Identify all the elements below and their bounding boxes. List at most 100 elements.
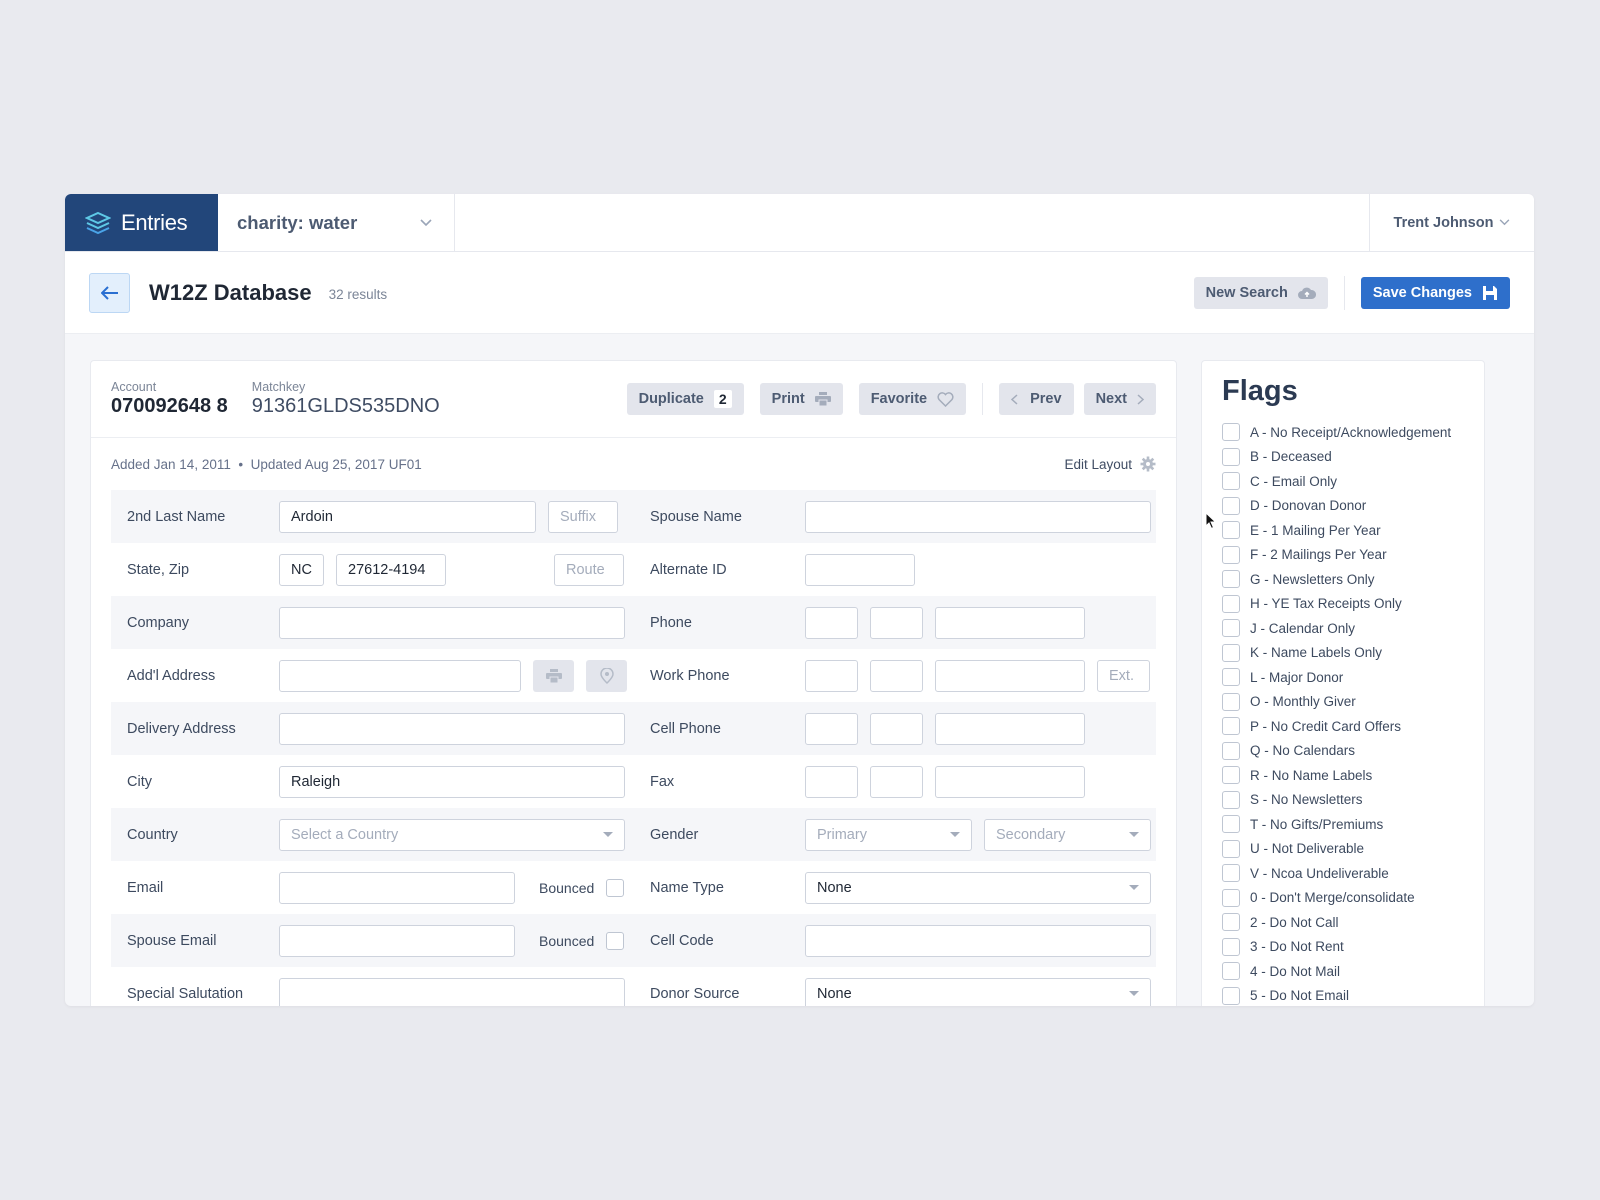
route-input[interactable]: Route [554,553,624,586]
user-menu[interactable]: Trent Johnson [1369,194,1534,251]
flag-item[interactable]: T - No Gifts/Premiums [1222,812,1484,837]
flag-item[interactable]: K - Name Labels Only [1222,641,1484,666]
flag-checkbox[interactable] [1222,888,1240,907]
spouse-email-bounced-checkbox[interactable] [606,931,625,950]
flag-item[interactable]: Q - No Calendars [1222,739,1484,764]
flag-item[interactable]: V - Ncoa Undeliverable [1222,861,1484,886]
fax-number-input[interactable] [935,765,1085,798]
flag-checkbox[interactable] [1222,423,1240,442]
work-phone-ext-input[interactable]: Ext. [1097,659,1150,692]
flag-item[interactable]: 3 - Do Not Rent [1222,935,1484,960]
company-input[interactable] [279,606,625,639]
new-search-button[interactable]: New Search [1193,276,1328,309]
page-title: W12Z Database [149,279,312,305]
flag-item[interactable]: O - Monthly Giver [1222,690,1484,715]
fax-prefix-input[interactable] [870,765,923,798]
flag-checkbox[interactable] [1222,472,1240,491]
phone-number-input[interactable] [935,606,1085,639]
second-last-name-input[interactable]: Ardoin [279,500,536,533]
gender-label: Gender [650,826,699,843]
brand-logo[interactable]: Entries [65,194,218,251]
work-phone-prefix-input[interactable] [870,659,923,692]
flag-item[interactable]: 5 - Do Not Email [1222,984,1484,1007]
flag-checkbox[interactable] [1222,619,1240,638]
org-selector[interactable]: charity: water [218,194,455,251]
country-select[interactable]: Select a Country [279,818,625,851]
flag-checkbox[interactable] [1222,668,1240,687]
flag-checkbox[interactable] [1222,913,1240,932]
flag-item[interactable]: C - Email Only [1222,469,1484,494]
flag-checkbox[interactable] [1222,717,1240,736]
spouse-email-input[interactable] [279,924,515,957]
flag-item[interactable]: 0 - Don't Merge/consolidate [1222,886,1484,911]
duplicate-button[interactable]: Duplicate 2 [626,383,744,415]
next-button[interactable]: Next [1083,383,1156,415]
suffix-input[interactable]: Suffix [548,500,618,533]
flag-item[interactable]: A - No Receipt/Acknowledgement [1222,420,1484,445]
special-salutation-input[interactable] [279,977,625,1006]
flag-item[interactable]: J - Calendar Only [1222,616,1484,641]
email-bounced-checkbox[interactable] [606,878,625,897]
work-phone-number-input[interactable] [935,659,1085,692]
phone-prefix-input[interactable] [870,606,923,639]
spouse-name-input[interactable] [805,500,1151,533]
flag-item[interactable]: P - No Credit Card Offers [1222,714,1484,739]
flag-item[interactable]: U - Not Deliverable [1222,837,1484,862]
back-button[interactable] [89,272,130,313]
city-input[interactable]: Raleigh [279,765,625,798]
flag-checkbox[interactable] [1222,570,1240,589]
cell-phone-number-input[interactable] [935,712,1085,745]
donor-source-select[interactable]: None [805,977,1151,1006]
delivery-address-input[interactable] [279,712,625,745]
flag-item[interactable]: R - No Name Labels [1222,763,1484,788]
flag-checkbox[interactable] [1222,864,1240,883]
form-row: 2nd Last Name Ardoin Suffix Spouse Name [111,490,1156,543]
flag-checkbox[interactable] [1222,594,1240,613]
flag-checkbox[interactable] [1222,741,1240,760]
flag-checkbox[interactable] [1222,839,1240,858]
flag-checkbox[interactable] [1222,986,1240,1005]
flag-checkbox[interactable] [1222,790,1240,809]
map-pin-button[interactable] [586,659,627,692]
gender-primary-select[interactable]: Primary [805,818,972,851]
email-input[interactable] [279,871,515,904]
flag-checkbox[interactable] [1222,937,1240,956]
phone-area-input[interactable] [805,606,858,639]
addl-address-input[interactable] [279,659,521,692]
flag-item[interactable]: 2 - Do Not Call [1222,910,1484,935]
flag-checkbox[interactable] [1222,815,1240,834]
flag-item[interactable]: L - Major Donor [1222,665,1484,690]
flag-checkbox[interactable] [1222,496,1240,515]
flag-item[interactable]: B - Deceased [1222,445,1484,470]
flag-checkbox[interactable] [1222,447,1240,466]
favorite-button[interactable]: Favorite [858,383,967,415]
alternate-id-input[interactable] [805,553,915,586]
flag-checkbox[interactable] [1222,521,1240,540]
flag-checkbox[interactable] [1222,643,1240,662]
edit-layout-button[interactable]: Edit Layout [1064,456,1156,472]
flag-checkbox[interactable] [1222,766,1240,785]
flag-item[interactable]: S - No Newsletters [1222,788,1484,813]
save-changes-button[interactable]: Save Changes [1360,276,1510,309]
flag-item[interactable]: G - Newsletters Only [1222,567,1484,592]
cell-code-input[interactable] [805,924,1151,957]
state-input[interactable]: NC [279,553,324,586]
flag-checkbox[interactable] [1222,692,1240,711]
print-address-button[interactable] [533,659,574,692]
name-type-select[interactable]: None [805,871,1151,904]
print-button[interactable]: Print [759,383,843,415]
work-phone-area-input[interactable] [805,659,858,692]
cell-phone-area-input[interactable] [805,712,858,745]
flag-item[interactable]: 4 - Do Not Mail [1222,959,1484,984]
zip-input[interactable]: 27612-4194 [336,553,446,586]
flag-item[interactable]: E - 1 Mailing Per Year [1222,518,1484,543]
flag-item[interactable]: F - 2 Mailings Per Year [1222,543,1484,568]
prev-button[interactable]: Prev [999,383,1074,415]
gender-secondary-select[interactable]: Secondary [984,818,1151,851]
cell-phone-prefix-input[interactable] [870,712,923,745]
fax-area-input[interactable] [805,765,858,798]
flag-checkbox[interactable] [1222,962,1240,981]
flag-item[interactable]: H - YE Tax Receipts Only [1222,592,1484,617]
flag-item[interactable]: D - Donovan Donor [1222,494,1484,519]
flag-checkbox[interactable] [1222,545,1240,564]
